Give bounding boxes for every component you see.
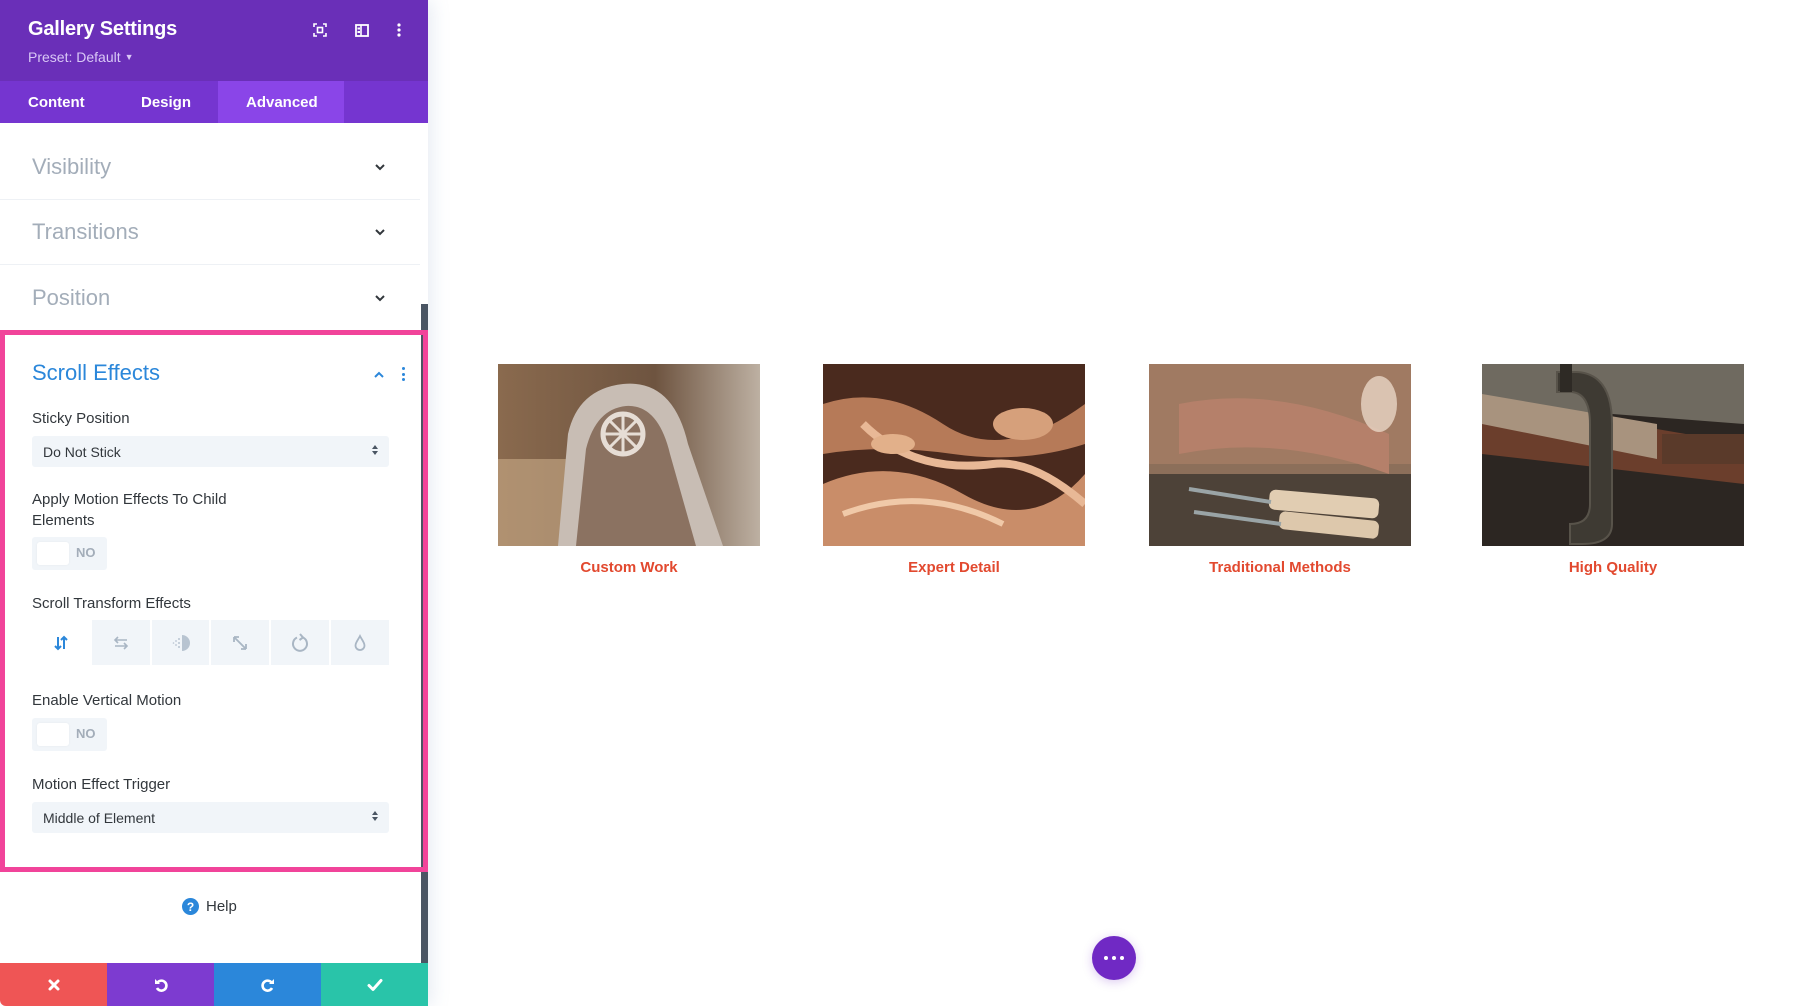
gallery-image-chisels[interactable]	[1149, 364, 1411, 546]
dot	[1120, 956, 1124, 960]
toggle-state: NO	[76, 545, 96, 560]
preset-label: Preset: Default	[28, 49, 121, 65]
redo-icon	[260, 978, 274, 992]
scale-icon	[233, 635, 248, 650]
more-options-icon[interactable]	[389, 20, 409, 40]
panel-footer	[0, 963, 428, 1006]
apply-child-toggle[interactable]: NO	[32, 537, 107, 570]
help-link[interactable]: ? Help	[182, 898, 237, 915]
apply-child-label: Apply Motion Effects To Child Elements	[32, 489, 227, 531]
section-label: Visibility	[32, 154, 112, 179]
sticky-position-select[interactable]: Do Not Stick	[32, 436, 389, 467]
vertical-motion-icon	[54, 635, 68, 650]
gallery-item[interactable]: Expert Detail	[823, 364, 1085, 576]
sticky-position-label: Sticky Position	[32, 410, 130, 427]
page-settings-button[interactable]	[1092, 936, 1136, 980]
sticky-position-value: Do Not Stick	[43, 443, 121, 460]
motion-trigger-select[interactable]: Middle of Element	[32, 802, 389, 833]
chevron-up-icon[interactable]	[372, 368, 386, 382]
chevron-down-icon	[375, 164, 385, 171]
gallery-item[interactable]: Traditional Methods	[1149, 364, 1411, 576]
scroll-transform-tabs	[32, 620, 389, 665]
fade-icon	[172, 634, 190, 651]
gallery-caption[interactable]: Traditional Methods	[1149, 559, 1411, 576]
motion-trigger-label: Motion Effect Trigger	[32, 776, 171, 793]
gallery-image-carved-chair[interactable]	[498, 364, 760, 546]
section-transitions[interactable]: Transitions	[0, 200, 420, 265]
save-button[interactable]	[321, 963, 428, 1006]
scroll-transform-label: Scroll Transform Effects	[32, 595, 191, 612]
vertical-motion-toggle[interactable]: NO	[32, 718, 107, 751]
toggle-knob	[37, 723, 69, 746]
undo-button[interactable]	[107, 963, 214, 1006]
fx-tab-vertical-motion[interactable]	[32, 620, 90, 665]
fx-tab-horizontal-motion[interactable]	[91, 620, 150, 665]
gallery-caption[interactable]: Custom Work	[498, 559, 760, 576]
fx-tab-rotate[interactable]	[271, 620, 330, 665]
builder-canvas: Gallery Settings Preset: Default ▼ Conten…	[0, 0, 1800, 1006]
panel-tabs: Content Design Advanced	[0, 81, 428, 123]
check-icon	[367, 978, 382, 991]
panel-header: Gallery Settings Preset: Default ▼	[0, 0, 428, 81]
gallery-caption[interactable]: High Quality	[1482, 559, 1744, 576]
blur-icon	[354, 633, 366, 651]
help-icon: ?	[182, 898, 199, 915]
undo-icon	[154, 978, 168, 992]
rotate-icon	[292, 632, 309, 652]
vertical-motion-label: Enable Vertical Motion	[32, 692, 182, 709]
close-icon	[48, 979, 59, 990]
gallery-item[interactable]: Custom Work	[498, 364, 760, 576]
tab-design[interactable]: Design	[113, 81, 218, 123]
section-visibility[interactable]: Visibility	[0, 135, 420, 200]
tab-content[interactable]: Content	[0, 81, 113, 123]
preset-dropdown[interactable]: Preset: Default ▼	[28, 49, 134, 65]
gallery-image-wood-carving[interactable]	[823, 364, 1085, 546]
section-label: Transitions	[32, 219, 139, 244]
chevron-down-icon	[375, 229, 385, 236]
section-options-icon[interactable]	[402, 367, 405, 384]
chevron-down-icon	[375, 294, 385, 301]
panel-title: Gallery Settings	[28, 18, 178, 40]
split-view-icon[interactable]	[352, 20, 372, 40]
tab-advanced[interactable]: Advanced	[218, 81, 344, 123]
expand-icon[interactable]	[310, 20, 330, 40]
help-label: Help	[206, 898, 237, 915]
dot	[1104, 956, 1108, 960]
fx-tab-scale[interactable]	[211, 620, 270, 665]
apply-child-label-line2: Elements	[32, 512, 95, 529]
gallery-image-clamp[interactable]	[1482, 364, 1744, 546]
redo-button[interactable]	[214, 963, 321, 1006]
section-label: Position	[32, 284, 111, 310]
horizontal-motion-icon	[113, 635, 128, 650]
section-position[interactable]: Position	[0, 265, 420, 330]
select-arrows-icon	[372, 811, 379, 821]
toggle-state: NO	[76, 726, 96, 741]
fx-tab-fade[interactable]	[151, 620, 210, 665]
fx-tab-blur[interactable]	[331, 620, 389, 665]
caret-down-icon: ▼	[124, 52, 134, 62]
select-arrows-icon	[372, 445, 379, 455]
section-scroll-effects-title[interactable]: Scroll Effects	[32, 360, 160, 386]
scrollbar-thumb[interactable]	[421, 304, 428, 963]
toggle-knob	[37, 542, 69, 565]
settings-panel: Gallery Settings Preset: Default ▼ Conten…	[0, 0, 428, 1006]
dot	[1112, 956, 1116, 960]
apply-child-label-line1: Apply Motion Effects To Child	[32, 491, 227, 508]
gallery-caption[interactable]: Expert Detail	[823, 559, 1085, 576]
cancel-button[interactable]	[0, 963, 107, 1006]
gallery-item[interactable]: High Quality	[1482, 364, 1744, 576]
motion-trigger-value: Middle of Element	[43, 809, 156, 826]
